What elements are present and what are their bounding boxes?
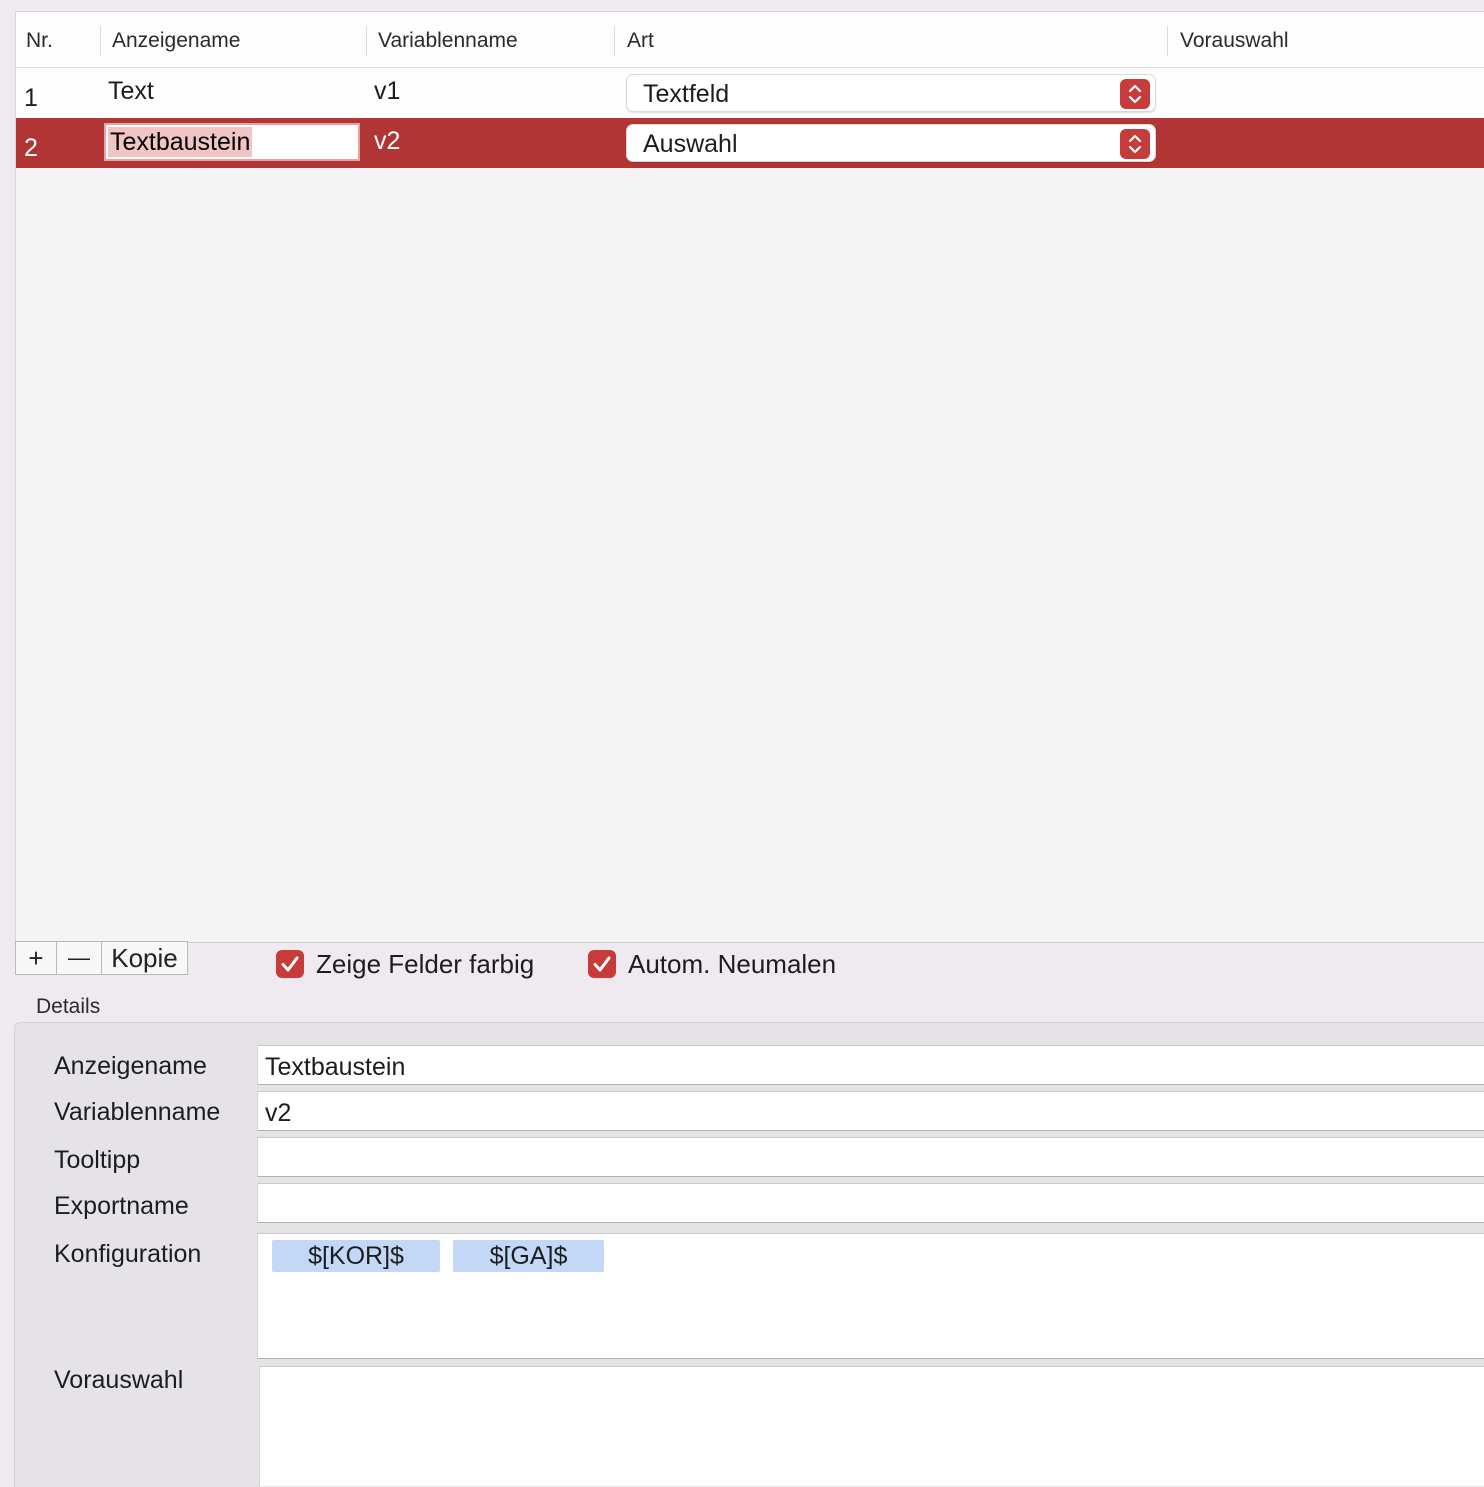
chevron-up-down-icon bbox=[1120, 129, 1150, 159]
anzeigename-value: Textbaustein bbox=[265, 1053, 406, 1081]
variablenname-label: Variablenname bbox=[54, 1098, 221, 1126]
table-row-selected[interactable]: 2 Textbaustein v2 Auswahl bbox=[16, 118, 1484, 168]
exportname-label: Exportname bbox=[54, 1192, 189, 1220]
column-header-nr[interactable]: Nr. bbox=[26, 12, 53, 67]
tooltipp-label: Tooltipp bbox=[54, 1146, 141, 1174]
column-divider[interactable] bbox=[614, 26, 615, 56]
anzeigename-field[interactable]: Textbaustein bbox=[257, 1045, 1484, 1085]
konfiguration-token-field[interactable]: $[KOR]$ $[GA]$ bbox=[257, 1233, 1484, 1359]
column-divider[interactable] bbox=[1167, 26, 1168, 56]
variablenname-field[interactable]: v2 bbox=[257, 1091, 1484, 1131]
column-header-variablenname[interactable]: Variablenname bbox=[378, 12, 518, 67]
cell-nr: 2 bbox=[24, 134, 38, 162]
cell-variablenname[interactable]: v1 bbox=[374, 77, 400, 106]
exportname-field[interactable] bbox=[257, 1183, 1484, 1223]
config-token[interactable]: $[GA]$ bbox=[453, 1240, 604, 1272]
vorauswahl-label: Vorauswahl bbox=[54, 1366, 184, 1394]
vorauswahl-textarea[interactable] bbox=[259, 1366, 1484, 1486]
fields-table: Nr. Anzeigename Variablenname Art Voraus… bbox=[15, 11, 1484, 943]
add-row-button[interactable]: + bbox=[16, 942, 57, 974]
cell-anzeigename[interactable]: Text bbox=[108, 77, 154, 106]
selected-text: Textbaustein bbox=[108, 127, 253, 157]
show-colored-checkbox[interactable]: Zeige Felder farbig bbox=[276, 949, 566, 981]
config-token[interactable]: $[KOR]$ bbox=[272, 1240, 440, 1272]
row-actions-segmented-control: + — Kopie bbox=[15, 941, 188, 975]
column-header-art[interactable]: Art bbox=[627, 12, 654, 67]
copy-row-button[interactable]: Kopie bbox=[102, 942, 187, 974]
konfiguration-label: Konfiguration bbox=[54, 1240, 202, 1268]
auto-repaint-checkbox[interactable]: Autom. Neumalen bbox=[588, 949, 878, 981]
cell-variablenname[interactable]: v2 bbox=[374, 127, 400, 156]
table-row[interactable]: 1 Text v1 Textfeld bbox=[16, 68, 1484, 118]
chevron-up-down-icon bbox=[1120, 79, 1150, 109]
table-header: Nr. Anzeigename Variablenname Art Voraus… bbox=[16, 12, 1484, 68]
cell-nr: 1 bbox=[24, 84, 38, 112]
anzeigename-edit-field[interactable]: Textbaustein bbox=[104, 123, 360, 161]
column-divider[interactable] bbox=[366, 26, 367, 56]
checkmark-icon bbox=[276, 950, 304, 978]
art-select-value: Auswahl bbox=[643, 130, 738, 158]
art-select-value: Textfeld bbox=[643, 80, 730, 108]
checkmark-icon bbox=[588, 950, 616, 978]
anzeigename-label: Anzeigename bbox=[54, 1052, 207, 1080]
details-title: Details bbox=[36, 995, 101, 1018]
art-select[interactable]: Auswahl bbox=[626, 124, 1156, 162]
art-select[interactable]: Textfeld bbox=[626, 74, 1156, 112]
remove-row-button[interactable]: — bbox=[57, 942, 102, 974]
variablenname-value: v2 bbox=[265, 1099, 292, 1127]
column-divider[interactable] bbox=[100, 26, 101, 56]
show-colored-label: Zeige Felder farbig bbox=[316, 949, 535, 979]
column-header-anzeigename[interactable]: Anzeigename bbox=[112, 12, 240, 67]
auto-repaint-label: Autom. Neumalen bbox=[628, 949, 837, 979]
column-header-vorauswahl[interactable]: Vorauswahl bbox=[1180, 12, 1289, 67]
tooltipp-field[interactable] bbox=[257, 1137, 1484, 1177]
